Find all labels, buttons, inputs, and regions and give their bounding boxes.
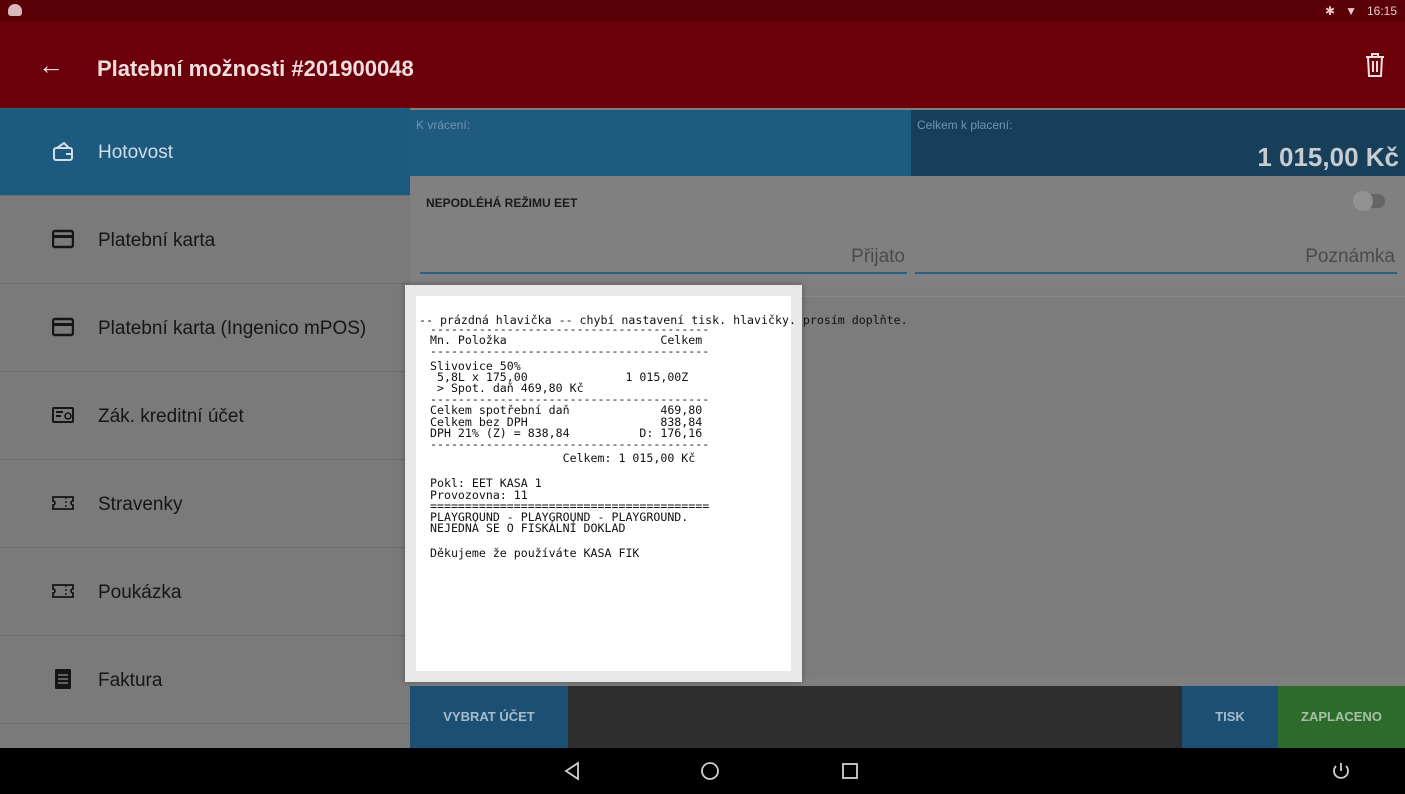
status-icons: ✱ ▼ 16:15: [1325, 4, 1397, 18]
sidebar-item-label: Zák. kreditní účet: [98, 406, 244, 427]
sidebar-item-ingenico-mpos[interactable]: Platební karta (Ingenico mPOS): [0, 284, 410, 372]
total-label: Celkem k placení:: [917, 118, 1013, 132]
sidebar-item-label: Hotovost: [98, 142, 173, 163]
sidebar-item-label: Stravenky: [98, 494, 183, 515]
trash-icon[interactable]: [1363, 52, 1387, 78]
android-icon: [8, 4, 22, 16]
print-button[interactable]: TISK: [1182, 686, 1278, 748]
ticket-icon: [52, 584, 74, 598]
note-input[interactable]: Poznámka: [915, 242, 1397, 274]
sidebar-item-faktura[interactable]: Faktura: [0, 636, 410, 724]
sidebar-item-kreditni-ucet[interactable]: Zák. kreditní účet: [0, 372, 410, 460]
wifi-icon: ▼: [1345, 4, 1357, 18]
receipt-line: Celkem: 1 015,00 Kč: [430, 451, 696, 466]
ticket-icon: [52, 496, 74, 510]
receipt-line: NEJEDNÁ SE O FISKÁLNÍ DOKLAD: [430, 521, 626, 536]
sidebar-item-platebni-karta[interactable]: Platební karta: [0, 196, 410, 284]
change-label: K vrácení:: [416, 118, 471, 132]
receipt-line: ----------------------------------------: [430, 344, 710, 359]
back-arrow-icon[interactable]: ←: [38, 50, 64, 80]
received-input[interactable]: Přijato: [420, 242, 907, 274]
recents-square-icon[interactable]: [839, 760, 861, 782]
sidebar-item-label: Poukázka: [98, 582, 182, 603]
paid-button[interactable]: ZAPLACENO: [1278, 686, 1405, 748]
receipt-dialog: ----------------------------------------…: [405, 285, 802, 682]
status-time: 16:15: [1366, 4, 1397, 18]
bluetooth-icon: ✱: [1325, 4, 1336, 18]
credit-card-icon: [52, 229, 74, 249]
system-nav-bar: [0, 748, 1405, 794]
eet-toggle[interactable]: [1353, 191, 1385, 211]
summary-bar: K vrácení: Celkem k placení: 1 015,00 Kč: [410, 110, 1405, 176]
account-card-icon: [52, 407, 74, 423]
page-title: Platební možnosti #201900048: [97, 56, 414, 81]
receipt-header: -- prázdná hlavička -- chybí nastavení t…: [419, 313, 908, 327]
payment-methods-sidebar: Hotovost Platební karta Platební karta (…: [0, 108, 410, 748]
sidebar-item-label: Platební karta: [98, 230, 216, 251]
sidebar-item-poukazka[interactable]: Poukázka: [0, 548, 410, 636]
sidebar-item-label: Platební karta (Ingenico mPOS): [98, 318, 367, 339]
app-bar: ← Platební možnosti #201900048: [0, 22, 1405, 108]
receipt-body: ----------------------------------------…: [430, 323, 710, 561]
home-circle-icon[interactable]: [699, 760, 721, 782]
status-bar: ✱ ▼ 16:15: [0, 0, 1405, 22]
back-triangle-icon[interactable]: [561, 760, 583, 782]
sidebar-item-stravenky[interactable]: Stravenky: [0, 460, 410, 548]
wallet-icon: [53, 141, 73, 161]
eet-section: NEPODLÉHÁ REŽIMU EET Přijato Poznámka: [410, 178, 1405, 282]
sidebar-item-hotovost[interactable]: Hotovost: [0, 108, 410, 196]
invoice-icon: [55, 669, 71, 689]
sidebar-item-label: Faktura: [98, 670, 163, 691]
eet-label: NEPODLÉHÁ REŽIMU EET: [426, 196, 578, 210]
receipt-paper: ----------------------------------------…: [416, 296, 791, 671]
action-bar: VYBRAT ÚČET TISK ZAPLACENO: [410, 686, 1405, 748]
total-amount: 1 015,00 Kč: [1257, 142, 1399, 172]
power-icon[interactable]: [1330, 760, 1352, 782]
credit-card-icon: [52, 317, 74, 337]
receipt-line: ----------------------------------------: [430, 437, 710, 452]
select-account-button[interactable]: VYBRAT ÚČET: [410, 686, 568, 748]
toggle-knob: [1353, 191, 1373, 211]
receipt-line: Děkujeme že používáte KASA FIK: [430, 546, 640, 561]
